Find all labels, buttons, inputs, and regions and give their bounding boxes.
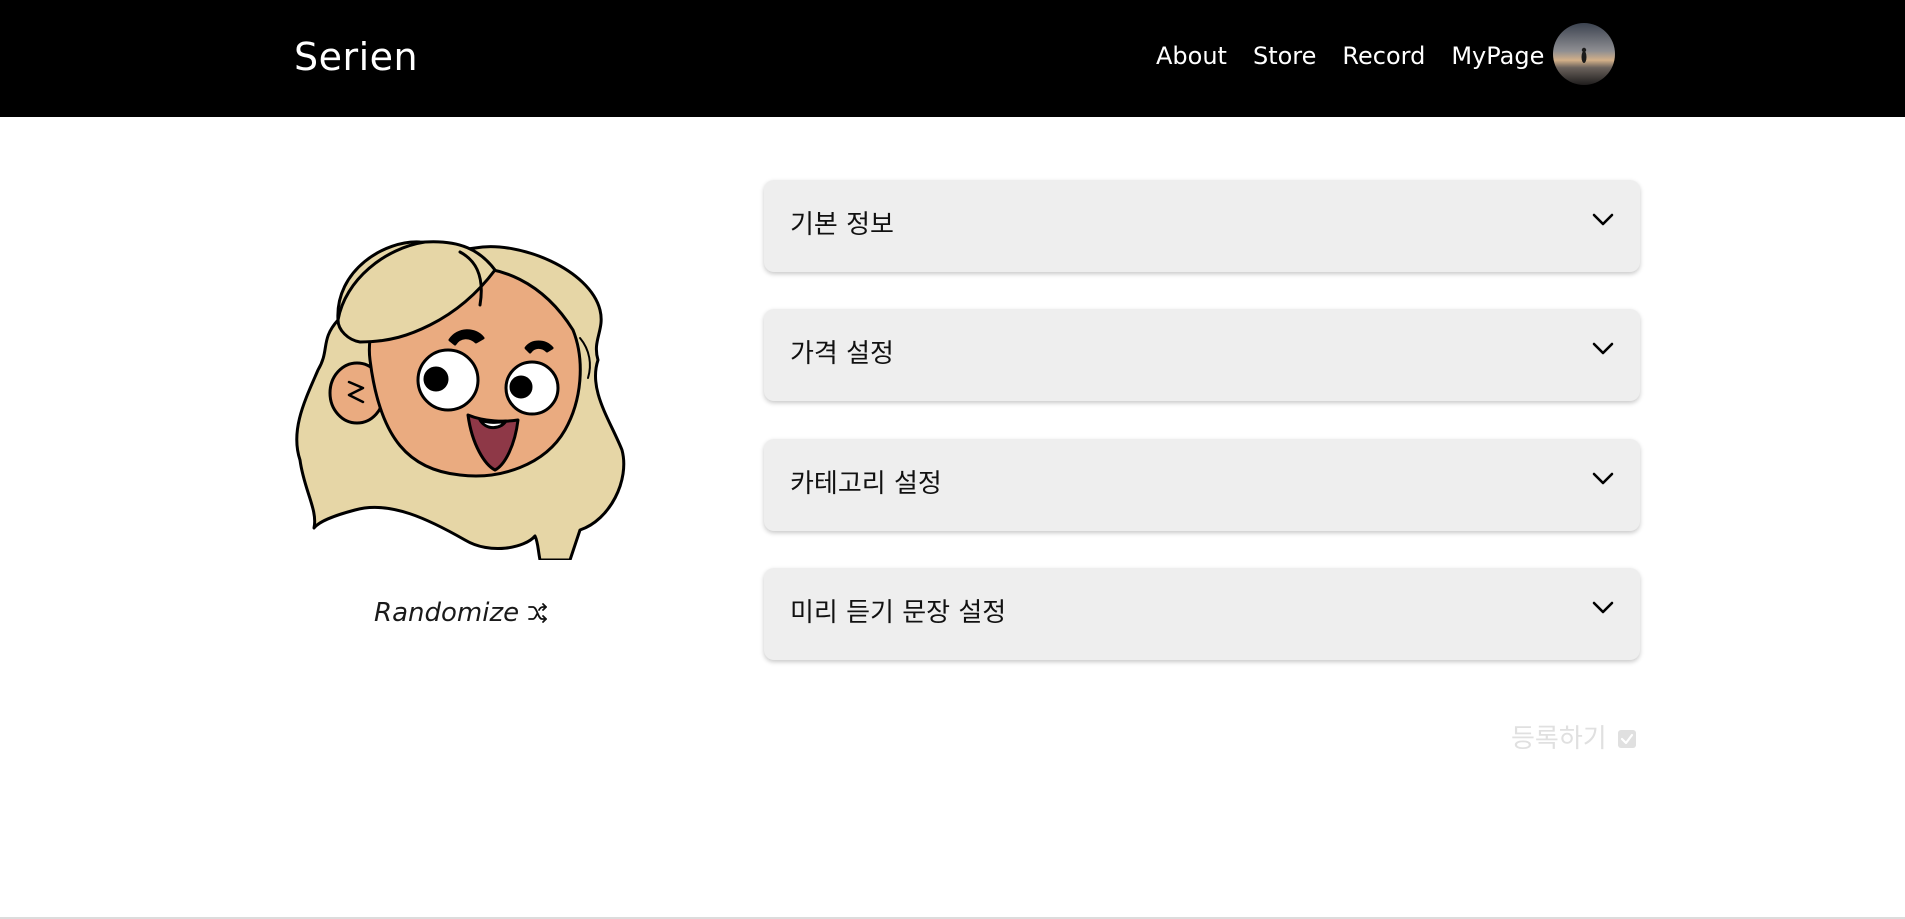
nav-record[interactable]: Record — [1342, 40, 1425, 72]
register-label: 등록하기 — [1511, 724, 1607, 754]
nav-store[interactable]: Store — [1253, 40, 1316, 72]
nav-mypage[interactable]: MyPage — [1451, 40, 1544, 72]
register-button[interactable]: 등록하기 — [1511, 722, 1637, 756]
chevron-down-icon — [1592, 601, 1614, 615]
character-avatar-illustration — [290, 230, 630, 562]
user-avatar[interactable] — [1553, 23, 1615, 85]
section-basic-info[interactable]: 기본 정보 — [764, 180, 1640, 272]
section-label: 카테고리 설정 — [790, 469, 942, 499]
chevron-down-icon — [1592, 213, 1614, 227]
section-label: 기본 정보 — [790, 210, 894, 240]
top-navigation-bar: Serien About Store Record MyPage — [0, 0, 1905, 117]
randomize-button[interactable]: Randomize — [374, 598, 549, 628]
section-label: 가격 설정 — [790, 339, 894, 369]
section-label: 미리 듣기 문장 설정 — [790, 598, 1007, 628]
chevron-down-icon — [1592, 472, 1614, 486]
section-category-settings[interactable]: 카테고리 설정 — [764, 439, 1640, 531]
nav-about[interactable]: About — [1156, 40, 1227, 72]
section-price-settings[interactable]: 가격 설정 — [764, 309, 1640, 401]
main-nav: About Store Record MyPage — [1156, 40, 1544, 72]
brand-logo[interactable]: Serien — [294, 33, 418, 81]
section-preview-sentence-settings[interactable]: 미리 듣기 문장 설정 — [764, 568, 1640, 660]
shuffle-icon — [527, 602, 549, 624]
check-square-icon — [1617, 729, 1637, 749]
chevron-down-icon — [1592, 342, 1614, 356]
randomize-label: Randomize — [374, 598, 520, 628]
